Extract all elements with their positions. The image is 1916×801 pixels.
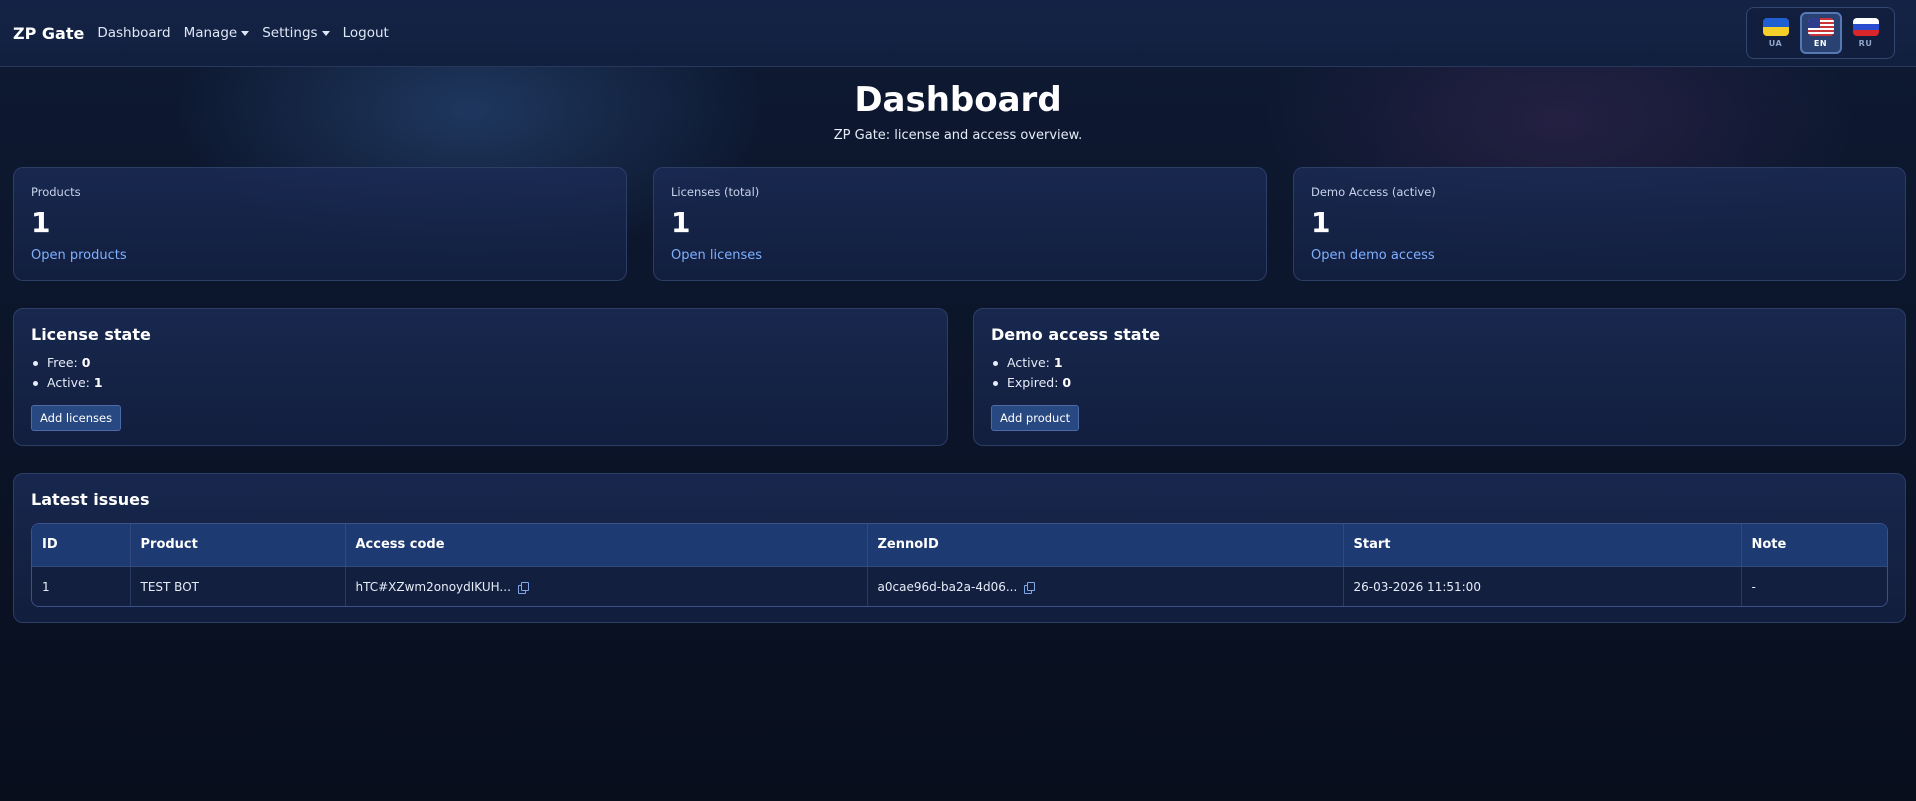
cell-note: - <box>1741 565 1887 606</box>
stat-value: 1 <box>1311 206 1331 239</box>
copy-icon[interactable] <box>1024 581 1036 594</box>
chevron-down-icon <box>321 30 330 36</box>
lang-en-button[interactable]: EN <box>1799 12 1842 54</box>
chevron-down-icon <box>241 30 250 36</box>
list-item: Active: 1 <box>991 353 1071 373</box>
ukraine-flag-icon <box>1762 18 1789 36</box>
stat-label: Demo Access (active) <box>1311 185 1436 199</box>
us-flag-icon <box>1807 18 1834 36</box>
card-title: Latest issues <box>31 490 150 509</box>
lang-ru-button[interactable]: RU <box>1845 12 1887 54</box>
cell-start: 26-03-2026 11:51:00 <box>1343 565 1742 606</box>
language-switcher: UA EN RU <box>1746 7 1895 59</box>
nav-logout[interactable]: Logout <box>343 25 389 41</box>
open-products-link[interactable]: Open products <box>31 248 127 263</box>
nav-manage-dropdown[interactable]: Manage <box>184 25 250 41</box>
cell-zenno-id: a0cae96d-ba2a-4d06... <box>867 565 1344 606</box>
copy-icon[interactable] <box>517 581 529 594</box>
lang-ua-button[interactable]: UA <box>1755 12 1797 54</box>
stat-card-licenses: Licenses (total) 1 Open licenses <box>653 167 1267 281</box>
column-header-product: Product <box>130 524 346 566</box>
column-header-start: Start <box>1343 524 1742 566</box>
stat-card-demo-access: Demo Access (active) 1 Open demo access <box>1293 167 1906 281</box>
cell-id: 1 <box>32 565 131 606</box>
list-item: Expired: 0 <box>991 373 1071 393</box>
nav-settings-dropdown[interactable]: Settings <box>262 25 330 41</box>
stat-card-products: Products 1 Open products <box>13 167 627 281</box>
column-header-id: ID <box>32 524 131 566</box>
column-header-access-code: Access code <box>345 524 868 566</box>
demo-state-card: Demo access state Active: 1 Expired: 0 A… <box>973 308 1906 446</box>
open-licenses-link[interactable]: Open licenses <box>671 248 762 263</box>
stat-value: 1 <box>31 206 51 239</box>
page-subtitle: ZP Gate: license and access overview. <box>833 128 1083 143</box>
page-title: Dashboard <box>854 80 1062 120</box>
open-demo-access-link[interactable]: Open demo access <box>1311 248 1435 263</box>
card-title: Demo access state <box>991 325 1161 344</box>
stat-label: Products <box>31 185 81 199</box>
cell-access-code: hTC#XZwm2onoydIKUH... <box>345 565 868 606</box>
issues-table: ID Product Access code ZennoID Start Not… <box>31 523 1888 607</box>
license-state-card: License state Free: 0 Active: 1 Add lice… <box>13 308 948 446</box>
cell-product: TEST BOT <box>130 565 346 606</box>
add-product-button[interactable]: Add product <box>991 405 1080 431</box>
license-state-list: Free: 0 Active: 1 <box>31 353 103 393</box>
stat-value: 1 <box>671 206 691 239</box>
table-row: 1 TEST BOT hTC#XZwm2onoydIKUH... a0cae96… <box>32 565 1887 606</box>
table-header-row: ID Product Access code ZennoID Start Not… <box>32 524 1887 566</box>
list-item: Free: 0 <box>31 353 103 373</box>
brand-logo[interactable]: ZP Gate <box>13 24 84 43</box>
column-header-zenno-id: ZennoID <box>867 524 1344 566</box>
russia-flag-icon <box>1852 18 1879 36</box>
top-navbar: ZP Gate Dashboard Manage Settings Logout… <box>0 0 1916 67</box>
add-licenses-button[interactable]: Add licenses <box>31 405 122 431</box>
column-header-note: Note <box>1741 524 1887 566</box>
stat-label: Licenses (total) <box>671 185 760 199</box>
latest-issues-card: Latest issues ID Product Access code Zen… <box>13 473 1906 623</box>
demo-state-list: Active: 1 Expired: 0 <box>991 353 1071 393</box>
card-title: License state <box>31 325 151 344</box>
list-item: Active: 1 <box>31 373 103 393</box>
nav-dashboard[interactable]: Dashboard <box>97 25 170 41</box>
